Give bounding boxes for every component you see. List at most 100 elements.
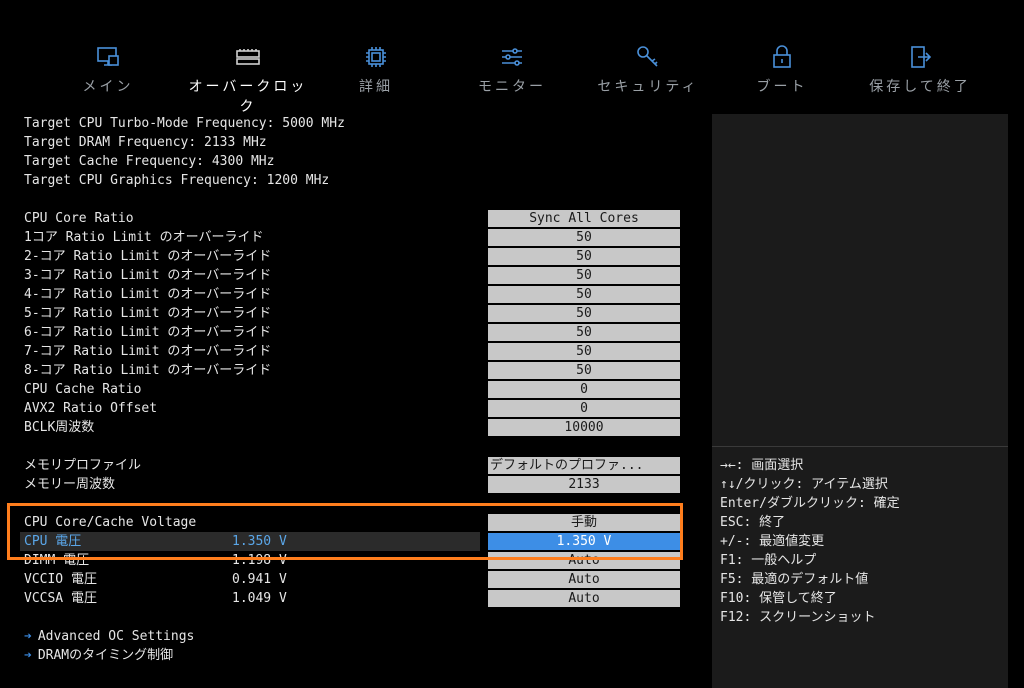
tab-label: ブート — [756, 79, 808, 95]
vccsa-voltage-value[interactable]: Auto — [488, 590, 680, 607]
setting-row[interactable]: 4-コア Ratio Limit のオーバーライド — [20, 285, 480, 304]
chip-icon — [316, 44, 436, 72]
top-navigation: メイン オーバークロック 詳細 モニター セキュリティ ブート 保存して終了 — [0, 44, 1024, 115]
current-voltage: 1.049 V — [232, 591, 287, 606]
tab-advanced[interactable]: 詳細 — [316, 44, 436, 96]
setting-label: 4-コア Ratio Limit のオーバーライド — [24, 287, 272, 302]
setting-label: CPU 電圧 — [24, 534, 82, 549]
setting-label: DIMM 電圧 — [24, 553, 90, 568]
monitor-icon — [48, 44, 168, 72]
info-dram-frequency: Target DRAM Frequency: 2133 MHz — [24, 135, 267, 150]
setting-label: 2-コア Ratio Limit のオーバーライド — [24, 249, 272, 264]
lock-icon — [722, 44, 842, 72]
setting-label: CPU Core/Cache Voltage — [24, 515, 197, 530]
current-voltage: 1.350 V — [232, 534, 287, 549]
setting-row[interactable]: メモリプロファイル — [20, 456, 480, 475]
ratio-limit-value[interactable]: 50 — [488, 248, 680, 265]
memory-module-icon — [188, 44, 308, 72]
ratio-limit-value[interactable]: 50 — [488, 305, 680, 322]
tab-label: セキュリティ — [597, 79, 699, 95]
setting-label: 1コア Ratio Limit のオーバーライド — [24, 230, 264, 245]
help-line: ESC: 終了 — [720, 515, 786, 530]
setting-label: 6-コア Ratio Limit のオーバーライド — [24, 325, 272, 340]
key-icon — [588, 44, 708, 72]
setting-label: 8-コア Ratio Limit のオーバーライド — [24, 363, 272, 378]
help-line: F1: 一般ヘルプ — [720, 553, 817, 568]
setting-row[interactable]: DIMM 電圧 1.198 V — [20, 551, 480, 570]
memory-profile-value[interactable]: デフォルトのプロファ... — [488, 457, 680, 474]
setting-row[interactable]: AVX2 Ratio Offset — [20, 399, 480, 418]
setting-label: 7-コア Ratio Limit のオーバーライド — [24, 344, 272, 359]
setting-row[interactable]: メモリー周波数 — [20, 475, 480, 494]
setting-label: BCLK周波数 — [24, 420, 95, 435]
tab-save-exit[interactable]: 保存して終了 — [860, 44, 980, 96]
setting-row[interactable]: CPU Core Ratio — [20, 209, 480, 228]
setting-label: VCCSA 電圧 — [24, 591, 97, 606]
exit-door-icon — [860, 44, 980, 72]
vccio-voltage-value[interactable]: Auto — [488, 571, 680, 588]
info-cpu-turbo-frequency: Target CPU Turbo-Mode Frequency: 5000 MH… — [24, 116, 345, 131]
setting-row[interactable]: CPU Cache Ratio — [20, 380, 480, 399]
sliders-icon — [452, 44, 572, 72]
avx2-ratio-offset-value[interactable]: 0 — [488, 400, 680, 417]
setting-row[interactable]: 8-コア Ratio Limit のオーバーライド — [20, 361, 480, 380]
memory-frequency-value[interactable]: 2133 — [488, 476, 680, 493]
help-line: ↑↓/クリック: アイテム選択 — [720, 477, 888, 492]
setting-label: メモリプロファイル — [24, 458, 142, 473]
arrow-right-icon: ➔ — [24, 648, 32, 663]
tab-boot[interactable]: ブート — [722, 44, 842, 96]
submenu-advanced-oc-settings[interactable]: ➔ Advanced OC Settings — [24, 627, 194, 646]
ratio-limit-value[interactable]: 50 — [488, 229, 680, 246]
setting-label: CPU Cache Ratio — [24, 382, 142, 397]
setting-row[interactable]: 7-コア Ratio Limit のオーバーライド — [20, 342, 480, 361]
tab-monitor[interactable]: モニター — [452, 44, 572, 96]
help-line: +/-: 最適値変更 — [720, 534, 825, 549]
cpu-core-ratio-value[interactable]: Sync All Cores — [488, 210, 680, 227]
setting-row[interactable]: 5-コア Ratio Limit のオーバーライド — [20, 304, 480, 323]
setting-label: CPU Core Ratio — [24, 211, 134, 226]
ratio-limit-value[interactable]: 50 — [488, 267, 680, 284]
dimm-voltage-value[interactable]: Auto — [488, 552, 680, 569]
setting-label: 5-コア Ratio Limit のオーバーライド — [24, 306, 272, 321]
help-line: →←: 画面選択 — [720, 458, 804, 473]
submenu-label: Advanced OC Settings — [37, 629, 195, 644]
setting-label: メモリー周波数 — [24, 477, 116, 492]
setting-row[interactable]: 3-コア Ratio Limit のオーバーライド — [20, 266, 480, 285]
tab-security[interactable]: セキュリティ — [588, 44, 708, 96]
current-voltage: 1.198 V — [232, 553, 287, 568]
setting-row[interactable]: CPU Core/Cache Voltage — [20, 513, 480, 532]
tab-label: メイン — [82, 79, 134, 95]
arrow-right-icon: ➔ — [24, 629, 32, 644]
submenu-label: DRAMのタイミング制御 — [37, 648, 174, 663]
help-line: F12: スクリーンショット — [720, 610, 876, 625]
help-divider — [712, 446, 1008, 447]
bclk-frequency-value[interactable]: 10000 — [488, 419, 680, 436]
key-help: →←: 画面選択 ↑↓/クリック: アイテム選択 Enter/ダブルクリック: … — [720, 456, 900, 627]
cpu-voltage-value[interactable]: 1.350 V — [488, 533, 680, 550]
info-graphics-frequency: Target CPU Graphics Frequency: 1200 MHz — [24, 173, 330, 188]
ratio-limit-value[interactable]: 50 — [488, 343, 680, 360]
voltage-mode-value[interactable]: 手動 — [488, 514, 680, 531]
setting-row[interactable]: VCCIO 電圧 0.941 V — [20, 570, 480, 589]
help-line: Enter/ダブルクリック: 確定 — [720, 496, 900, 511]
tab-label: 保存して終了 — [869, 79, 971, 95]
tab-main[interactable]: メイン — [48, 44, 168, 96]
setting-row[interactable]: BCLK周波数 — [20, 418, 480, 437]
setting-row[interactable]: 2-コア Ratio Limit のオーバーライド — [20, 247, 480, 266]
ratio-limit-value[interactable]: 50 — [488, 286, 680, 303]
tab-label: 詳細 — [359, 79, 393, 95]
cpu-cache-ratio-value[interactable]: 0 — [488, 381, 680, 398]
help-line: F5: 最適のデフォルト値 — [720, 572, 869, 587]
setting-label: AVX2 Ratio Offset — [24, 401, 158, 416]
submenu-dram-timing-control[interactable]: ➔ DRAMのタイミング制御 — [24, 646, 173, 665]
setting-row[interactable]: VCCSA 電圧 1.049 V — [20, 589, 480, 608]
info-cache-frequency: Target Cache Frequency: 4300 MHz — [24, 154, 275, 169]
setting-row[interactable]: 1コア Ratio Limit のオーバーライド — [20, 228, 480, 247]
ratio-limit-value[interactable]: 50 — [488, 362, 680, 379]
setting-label: VCCIO 電圧 — [24, 572, 97, 587]
tab-label: モニター — [478, 79, 546, 95]
setting-row-selected[interactable]: CPU 電圧 1.350 V — [20, 532, 480, 551]
tab-overclock[interactable]: オーバークロック — [188, 44, 308, 116]
setting-row[interactable]: 6-コア Ratio Limit のオーバーライド — [20, 323, 480, 342]
ratio-limit-value[interactable]: 50 — [488, 324, 680, 341]
